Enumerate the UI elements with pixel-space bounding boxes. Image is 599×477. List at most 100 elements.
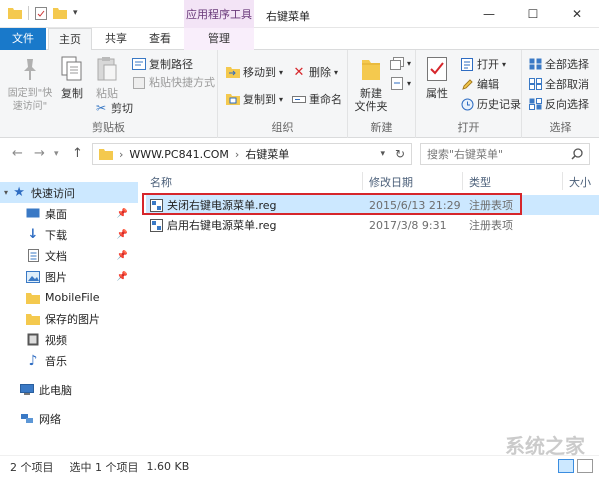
delete-button[interactable]: ✕ 删除 ▾ (292, 63, 338, 81)
column-divider[interactable] (362, 172, 363, 190)
group-select: 全部选择 全部取消 反向选择 选择 (522, 50, 599, 138)
pinned-icon: 📌 (116, 250, 128, 261)
tab-home[interactable]: 主页 (48, 28, 92, 51)
move-to-icon (226, 65, 240, 79)
status-size: 1.60 KB (146, 460, 190, 473)
pin-quick-access-button[interactable]: 固定到"快速访问" (4, 54, 56, 113)
collapse-arrow-icon[interactable]: ▾ (4, 188, 8, 197)
status-selected: 选中 1 个项目 (69, 460, 139, 474)
copy-path-button[interactable]: 复制路径 (132, 55, 193, 73)
column-header-name[interactable]: 名称 (150, 174, 172, 190)
group-label-clipboard: 剪贴板 (92, 121, 125, 134)
group-label-open: 打开 (457, 121, 480, 134)
computer-icon (20, 383, 34, 397)
copy-path-icon (132, 57, 146, 71)
column-header-date[interactable]: 修改日期 (369, 174, 413, 190)
refresh-icon[interactable]: ↻ (395, 147, 405, 161)
paste-shortcut-button[interactable]: 粘贴快捷方式 (132, 73, 215, 91)
column-header-size[interactable]: 大小 (569, 174, 591, 190)
nav-documents[interactable]: 文档 📌 (0, 245, 138, 266)
file-row[interactable]: 启用右键电源菜单.reg 2017/3/8 9:31 注册表项 (146, 215, 599, 235)
large-icons-view-button[interactable] (577, 459, 593, 473)
breadcrumb-item[interactable]: WWW.PC841.COM (129, 148, 229, 161)
paste-button[interactable]: 粘贴 (90, 54, 124, 100)
select-none-button[interactable]: 全部取消 (528, 75, 589, 93)
nav-this-pc[interactable]: 此电脑 (0, 379, 138, 400)
cut-button[interactable]: ✂ 剪切 (94, 99, 133, 117)
column-divider[interactable] (562, 172, 563, 190)
group-clipboard: 固定到"快速访问" 复制 粘贴 复制路径 粘贴快捷方式 ✂ 剪切 剪贴板 (0, 50, 218, 138)
nav-desktop[interactable]: 桌面 📌 (0, 203, 138, 224)
back-arrow-icon[interactable]: ← (12, 146, 23, 161)
folder-icon (26, 291, 40, 305)
tab-file[interactable]: 文件 (0, 28, 46, 50)
breadcrumb-item[interactable]: 右键菜单 (245, 146, 289, 162)
nav-mobilefile[interactable]: MobileFile (0, 287, 138, 308)
properties-icon (423, 54, 451, 84)
history-button[interactable]: 历史记录 (460, 95, 521, 113)
edit-button[interactable]: 编辑 (460, 75, 499, 93)
folder-icon (99, 149, 113, 160)
nav-music[interactable]: ♪ 音乐 (0, 350, 138, 371)
column-header-type[interactable]: 类型 (469, 174, 491, 190)
new-item-icon (390, 56, 404, 70)
tab-view[interactable]: 查看 (138, 28, 182, 50)
download-icon: ↓ (27, 227, 39, 242)
copy-to-button[interactable]: 复制到 ▾ (226, 90, 283, 108)
search-input[interactable]: 搜索"右键菜单" (420, 143, 590, 165)
copy-button[interactable]: 复制 (56, 54, 88, 100)
select-all-button[interactable]: 全部选择 (528, 55, 589, 73)
properties-button[interactable]: 属性 (422, 54, 452, 100)
maximize-button[interactable]: ☐ (511, 0, 555, 28)
delete-x-icon: ✕ (293, 64, 305, 80)
recent-locations-icon[interactable]: ▾ (54, 149, 59, 159)
easy-access-button[interactable]: ▾ (390, 74, 411, 92)
search-placeholder: 搜索"右键菜单" (427, 148, 504, 161)
close-button[interactable]: ✕ (555, 0, 599, 28)
nav-quick-access[interactable]: ▾ ★ 快速访问 (0, 182, 138, 203)
network-icon (20, 412, 34, 426)
group-organize: 移动到 ▾ ✕ 删除 ▾ 复制到 ▾ 重命名 组织 (218, 50, 348, 138)
tab-share[interactable]: 共享 (94, 28, 138, 50)
file-type: 注册表项 (469, 219, 513, 232)
address-bar[interactable]: › WWW.PC841.COM › 右键菜单 ▾ ↻ (92, 143, 412, 165)
select-all-icon (528, 57, 542, 71)
qat-dropdown-icon[interactable]: ▾ (73, 8, 78, 18)
open-button[interactable]: 打开 ▾ (460, 55, 506, 73)
new-folder-button[interactable]: 新建 文件夹 (352, 54, 390, 113)
up-arrow-icon[interactable]: ↑ (72, 146, 83, 161)
properties-icon[interactable] (35, 6, 47, 20)
invert-selection-button[interactable]: 反向选择 (528, 95, 589, 113)
rename-button[interactable]: 重命名 (292, 90, 342, 108)
nav-videos[interactable]: 视频 (0, 329, 138, 350)
folder-icon (26, 312, 40, 326)
folder-icon (8, 8, 22, 19)
details-view-button[interactable] (558, 459, 574, 473)
file-date: 2017/3/8 9:31 (369, 218, 447, 232)
address-dropdown-icon[interactable]: ▾ (380, 149, 385, 159)
nav-network[interactable]: 网络 (0, 408, 138, 429)
paste-shortcut-icon (132, 75, 146, 89)
star-icon: ★ (13, 185, 25, 200)
select-none-icon (528, 77, 542, 91)
rename-icon (292, 92, 306, 106)
navigation-bar: ← → ▾ ↑ › WWW.PC841.COM › 右键菜单 ▾ ↻ 搜索"右键… (0, 138, 599, 170)
title-bar: ▾ 应用程序工具 右键菜单 — ☐ ✕ (0, 0, 599, 28)
nav-pictures[interactable]: 图片 📌 (0, 266, 138, 287)
nav-downloads[interactable]: ↓ 下载 📌 (0, 224, 138, 245)
column-divider[interactable] (462, 172, 463, 190)
nav-saved-pictures[interactable]: 保存的图片 (0, 308, 138, 329)
open-icon (460, 57, 474, 71)
document-icon (26, 249, 40, 263)
minimize-button[interactable]: — (467, 0, 511, 28)
forward-arrow-icon[interactable]: → (34, 146, 45, 161)
move-to-button[interactable]: 移动到 ▾ (226, 63, 283, 81)
scissors-icon: ✂ (95, 101, 107, 115)
group-label-select: 选择 (549, 121, 572, 134)
new-folder-icon (357, 54, 385, 84)
tab-manage[interactable]: 管理 (184, 28, 254, 50)
new-item-button[interactable]: ▾ (390, 54, 411, 72)
quick-access-toolbar: ▾ (8, 6, 78, 20)
new-folder-icon[interactable] (53, 7, 67, 19)
registry-file-icon (150, 218, 163, 232)
